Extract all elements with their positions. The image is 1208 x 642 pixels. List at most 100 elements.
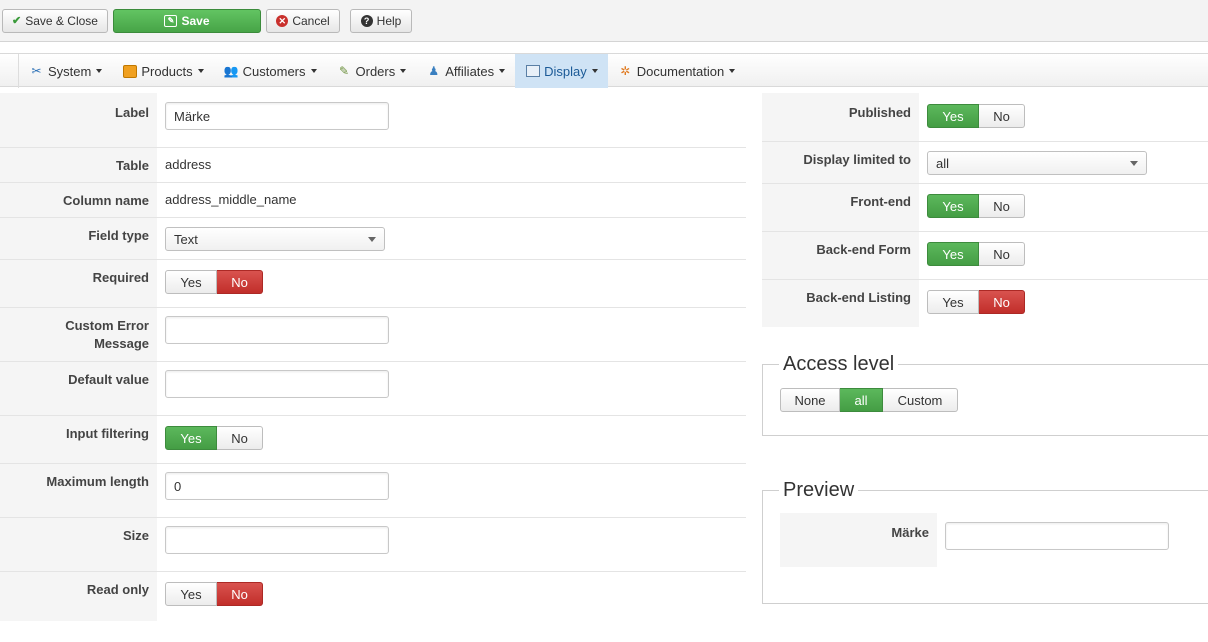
menu-display[interactable]: Display: [515, 54, 608, 88]
display-limited-label: Display limited to: [762, 142, 919, 183]
cancel-button[interactable]: ✕ Cancel: [266, 9, 340, 33]
size-label: Size: [0, 518, 157, 571]
row-display-limited: Display limited to all: [762, 141, 1208, 183]
default-value-input[interactable]: [165, 370, 389, 398]
input-filtering-yes-button[interactable]: Yes: [165, 426, 217, 450]
back-end-form-no-button[interactable]: No: [979, 242, 1025, 266]
column-name-value: address_middle_name: [165, 192, 297, 207]
read-only-no-button[interactable]: No: [217, 582, 263, 606]
row-published: Published Yes No: [762, 93, 1208, 141]
menu-orders[interactable]: ✎ Orders: [327, 54, 417, 88]
default-value-label: Default value: [0, 362, 157, 415]
row-table: Table address: [0, 147, 746, 182]
menu-display-label: Display: [544, 63, 587, 79]
row-default-value: Default value: [0, 361, 746, 415]
edit-icon: ✎: [164, 15, 178, 27]
display-limited-value: all: [936, 155, 950, 171]
save-close-button[interactable]: ✔ Save & Close: [2, 9, 108, 33]
maximum-length-input[interactable]: 0: [165, 472, 389, 500]
custom-error-label-line1: Custom Error: [65, 318, 149, 333]
access-custom-button[interactable]: Custom: [883, 388, 958, 412]
menu-affiliates-label: Affiliates: [445, 63, 495, 79]
caret-down-icon: [499, 69, 506, 73]
published-no-button[interactable]: No: [979, 104, 1025, 128]
label-input[interactable]: Märke: [165, 102, 389, 130]
size-input[interactable]: [165, 526, 389, 554]
preview-row: Märke: [780, 513, 1208, 567]
chevron-down-icon: [368, 236, 376, 242]
required-toggle: Yes No: [165, 270, 263, 294]
caret-down-icon: [310, 69, 317, 73]
row-label: Label Märke: [0, 93, 746, 147]
required-no-button[interactable]: No: [217, 270, 263, 294]
help-label: Help: [376, 14, 402, 28]
field-type-value: Text: [174, 231, 198, 247]
row-back-end-form: Back-end Form Yes No: [762, 231, 1208, 279]
tools-icon: ✂: [31, 64, 42, 78]
table-value: address: [165, 157, 212, 172]
product-box-icon: [122, 64, 137, 79]
caret-down-icon: [591, 69, 598, 73]
row-custom-error: Custom Error Message: [0, 307, 746, 361]
row-back-end-listing: Back-end Listing Yes No: [762, 279, 1208, 327]
menu-system[interactable]: ✂ System: [19, 54, 112, 88]
caret-down-icon: [400, 69, 407, 73]
field-type-select[interactable]: Text: [165, 227, 385, 251]
cancel-label: Cancel: [292, 14, 330, 28]
save-button[interactable]: ✎ Save: [113, 9, 261, 33]
save-close-label: Save & Close: [25, 14, 98, 28]
required-label: Required: [0, 260, 157, 307]
custom-error-label: Custom Error Message: [0, 308, 157, 361]
custom-error-input[interactable]: [165, 316, 389, 344]
published-toggle: Yes No: [927, 104, 1025, 128]
row-maximum-length: Maximum length 0: [0, 463, 746, 517]
custom-error-label-line2: Message: [94, 336, 149, 351]
help-button[interactable]: ? Help: [350, 9, 412, 33]
chevron-down-icon: [1130, 160, 1138, 166]
main-menu-bar: ✂ System Products 👥 Customers ✎ Orders ♟…: [0, 53, 1208, 88]
back-end-form-yes-button[interactable]: Yes: [927, 242, 979, 266]
read-only-label: Read only: [0, 572, 157, 621]
menu-customers-label: Customers: [242, 63, 306, 79]
row-input-filtering: Input filtering Yes No: [0, 415, 746, 463]
back-end-listing-yes-button[interactable]: Yes: [927, 290, 979, 314]
access-level-toggle: None all Custom: [780, 388, 958, 412]
published-label: Published: [762, 93, 919, 141]
row-field-type: Field type Text: [0, 217, 746, 259]
front-end-yes-button[interactable]: Yes: [927, 194, 979, 218]
display-icon: [525, 64, 540, 79]
menu-documentation[interactable]: ✲ Documentation: [608, 54, 745, 88]
column-name-label: Column name: [0, 183, 157, 217]
field-properties-form: Label Märke Table address Column name ad…: [0, 93, 746, 623]
published-yes-button[interactable]: Yes: [927, 104, 979, 128]
back-end-listing-label: Back-end Listing: [762, 280, 919, 327]
front-end-no-button[interactable]: No: [979, 194, 1025, 218]
menu-products-label: Products: [141, 63, 193, 79]
lifebuoy-icon: ✲: [620, 64, 631, 78]
toolbar: ✔ Save & Close ✎ Save ✕ Cancel ? Help: [0, 0, 1208, 42]
read-only-yes-button[interactable]: Yes: [165, 582, 217, 606]
back-end-form-label: Back-end Form: [762, 232, 919, 279]
save-label: Save: [181, 14, 210, 28]
input-filtering-label: Input filtering: [0, 416, 157, 463]
row-size: Size: [0, 517, 746, 571]
preview-field-label: Märke: [780, 513, 937, 567]
required-yes-button[interactable]: Yes: [165, 270, 217, 294]
caret-down-icon: [96, 69, 103, 73]
users-icon: 👥: [223, 64, 239, 78]
question-icon: ?: [360, 15, 373, 27]
preview-field-input[interactable]: [945, 522, 1169, 550]
input-filtering-no-button[interactable]: No: [217, 426, 263, 450]
menu-customers[interactable]: 👥 Customers: [214, 54, 327, 88]
check-icon: ✔: [12, 14, 22, 27]
close-icon: ✕: [276, 15, 289, 27]
access-none-button[interactable]: None: [780, 388, 840, 412]
display-limited-select[interactable]: all: [927, 151, 1147, 175]
affiliates-icon: ♟: [428, 64, 440, 78]
access-all-button[interactable]: all: [840, 388, 883, 412]
field-visibility-form: Published Yes No Display limited to all …: [762, 93, 1208, 328]
row-read-only: Read only Yes No: [0, 571, 746, 621]
menu-affiliates[interactable]: ♟ Affiliates: [416, 54, 515, 88]
back-end-listing-no-button[interactable]: No: [979, 290, 1025, 314]
menu-products[interactable]: Products: [112, 54, 213, 88]
